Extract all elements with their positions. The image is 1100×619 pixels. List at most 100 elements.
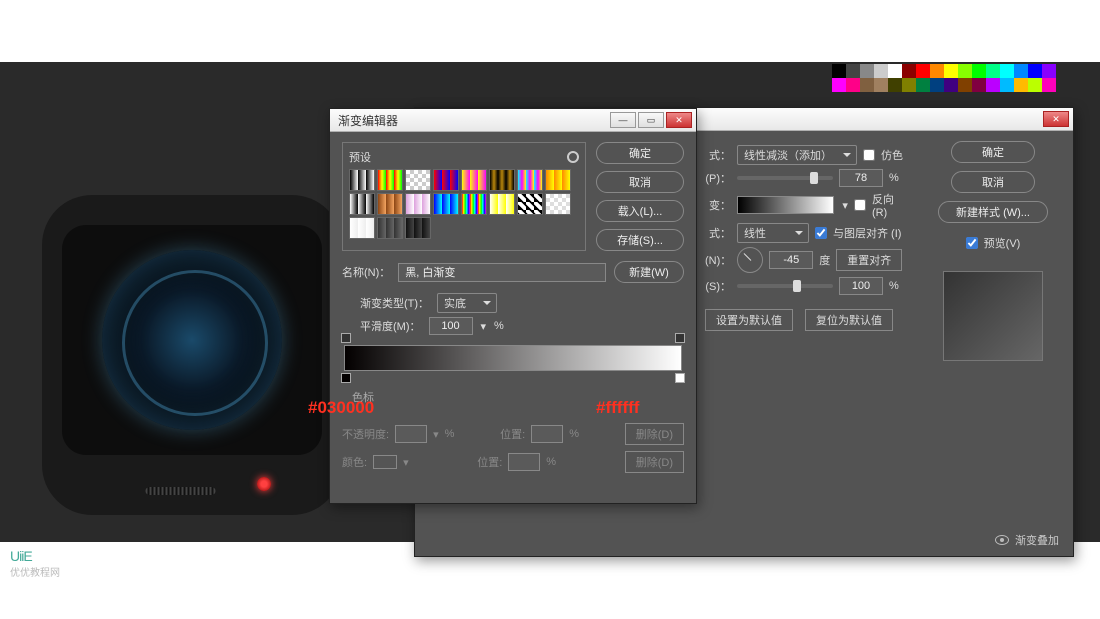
- swatch[interactable]: [902, 78, 916, 92]
- angle-input[interactable]: [769, 251, 813, 269]
- reset-default-button[interactable]: 复位为默认值: [805, 309, 893, 331]
- delete-color-button[interactable]: 删除(D): [625, 451, 684, 473]
- stop-color-swatch[interactable]: [373, 455, 397, 469]
- blend-mode-select[interactable]: 线性减淡（添加）: [737, 145, 857, 165]
- angle-dial[interactable]: [737, 247, 763, 273]
- maximize-icon[interactable]: ▭: [638, 112, 664, 128]
- swatch[interactable]: [972, 64, 986, 78]
- swatch[interactable]: [1014, 64, 1028, 78]
- preset-gradient[interactable]: [517, 169, 543, 191]
- reset-align-button[interactable]: 重置对齐: [836, 249, 902, 271]
- cancel-button[interactable]: 取消: [951, 171, 1035, 193]
- swatch[interactable]: [958, 64, 972, 78]
- delete-stop-button[interactable]: 删除(D): [625, 423, 684, 445]
- swatch[interactable]: [1000, 78, 1014, 92]
- swatch[interactable]: [972, 78, 986, 92]
- swatch[interactable]: [902, 64, 916, 78]
- swatch[interactable]: [1042, 78, 1056, 92]
- load-button[interactable]: 载入(L)...: [596, 200, 684, 222]
- swatch[interactable]: [846, 64, 860, 78]
- color-stop-right[interactable]: [675, 373, 685, 383]
- opacity-input[interactable]: [839, 169, 883, 187]
- new-style-button[interactable]: 新建样式 (W)...: [938, 201, 1048, 223]
- swatch[interactable]: [958, 78, 972, 92]
- gradient-overlay-footer[interactable]: 渐变叠加: [995, 532, 1059, 548]
- eye-icon: [995, 535, 1009, 545]
- scale-input[interactable]: [839, 277, 883, 295]
- close-icon[interactable]: ✕: [1043, 111, 1069, 127]
- smooth-label: 平滑度(M)：: [360, 318, 421, 334]
- swatch[interactable]: [1014, 78, 1028, 92]
- preset-gradient[interactable]: [517, 193, 543, 215]
- swatch[interactable]: [930, 78, 944, 92]
- swatch[interactable]: [1000, 64, 1014, 78]
- swatch[interactable]: [944, 78, 958, 92]
- swatch[interactable]: [832, 64, 846, 78]
- swatch[interactable]: [1028, 64, 1042, 78]
- preset-gradient[interactable]: [405, 193, 431, 215]
- preset-gradient[interactable]: [545, 193, 571, 215]
- ok-button[interactable]: 确定: [951, 141, 1035, 163]
- cancel-button[interactable]: 取消: [596, 171, 684, 193]
- swatch[interactable]: [986, 64, 1000, 78]
- swatch[interactable]: [916, 64, 930, 78]
- swatch[interactable]: [874, 64, 888, 78]
- preset-gradient[interactable]: [349, 193, 375, 215]
- swatch[interactable]: [1042, 64, 1056, 78]
- align-checkbox[interactable]: [815, 227, 827, 239]
- stop-position2-input[interactable]: [508, 453, 540, 471]
- swatch[interactable]: [930, 64, 944, 78]
- preset-gradient[interactable]: [377, 169, 403, 191]
- preset-gradient[interactable]: [545, 169, 571, 191]
- preset-gradient[interactable]: [349, 169, 375, 191]
- swatch[interactable]: [860, 78, 874, 92]
- swatch[interactable]: [846, 78, 860, 92]
- scale-slider[interactable]: [737, 284, 833, 288]
- gradient-bar[interactable]: [344, 345, 682, 371]
- preset-gradient[interactable]: [461, 169, 487, 191]
- ok-button[interactable]: 确定: [596, 142, 684, 164]
- gradient-editor-titlebar[interactable]: 渐变编辑器 — ▭ ✕: [330, 109, 696, 132]
- opacity-stop-left[interactable]: [341, 333, 351, 343]
- effect-preview: [943, 271, 1043, 361]
- reverse-checkbox[interactable]: [854, 199, 866, 211]
- set-default-button[interactable]: 设置为默认值: [705, 309, 793, 331]
- stop-opacity-input[interactable]: [395, 425, 427, 443]
- stop-position-input[interactable]: [531, 425, 563, 443]
- name-input[interactable]: [398, 263, 606, 282]
- preset-gradient[interactable]: [405, 217, 431, 239]
- gradient-type-select[interactable]: 实底: [437, 293, 497, 313]
- preset-gradient[interactable]: [489, 193, 515, 215]
- preset-gradient[interactable]: [377, 217, 403, 239]
- swatch[interactable]: [1028, 78, 1042, 92]
- preset-gradient[interactable]: [349, 217, 375, 239]
- new-button[interactable]: 新建(W): [614, 261, 684, 283]
- swatch[interactable]: [888, 78, 902, 92]
- save-button[interactable]: 存储(S)...: [596, 229, 684, 251]
- preset-gradient[interactable]: [489, 169, 515, 191]
- opacity-slider[interactable]: [737, 176, 833, 180]
- swatch[interactable]: [944, 64, 958, 78]
- swatch[interactable]: [986, 78, 1000, 92]
- minimize-icon[interactable]: —: [610, 112, 636, 128]
- dither-checkbox[interactable]: [863, 149, 875, 161]
- style-select[interactable]: 线性: [737, 223, 809, 243]
- close-icon[interactable]: ✕: [666, 112, 692, 128]
- gear-icon[interactable]: [567, 151, 579, 163]
- swatch[interactable]: [874, 78, 888, 92]
- color-stop-left[interactable]: [341, 373, 351, 383]
- hex-annotation-right: #ffffff: [596, 398, 639, 418]
- preset-gradient[interactable]: [405, 169, 431, 191]
- smoothness-input[interactable]: [429, 317, 473, 335]
- preset-gradient[interactable]: [433, 193, 459, 215]
- swatch[interactable]: [916, 78, 930, 92]
- swatch[interactable]: [860, 64, 874, 78]
- preset-gradient[interactable]: [461, 193, 487, 215]
- preview-checkbox[interactable]: [966, 237, 978, 249]
- opacity-stop-right[interactable]: [675, 333, 685, 343]
- swatch[interactable]: [888, 64, 902, 78]
- gradient-picker[interactable]: [737, 196, 834, 214]
- preset-gradient[interactable]: [377, 193, 403, 215]
- preset-gradient[interactable]: [433, 169, 459, 191]
- swatch[interactable]: [832, 78, 846, 92]
